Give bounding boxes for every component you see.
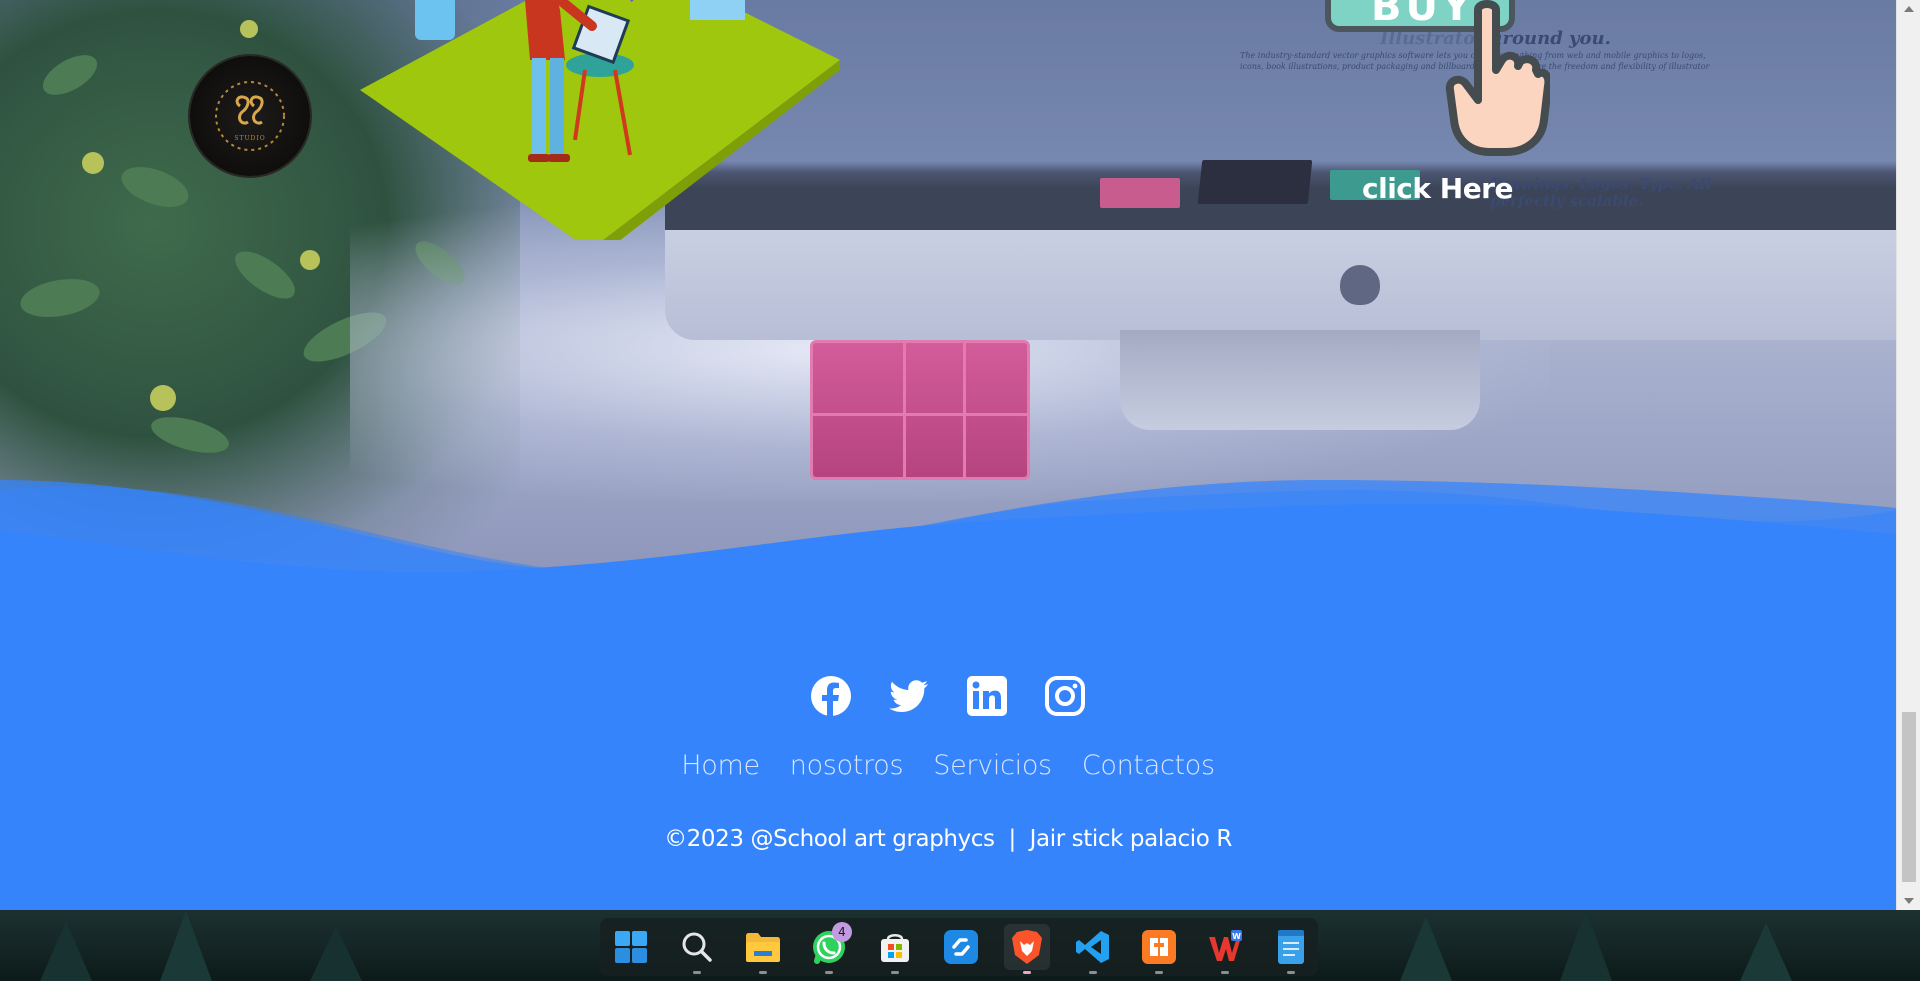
scroll-down-arrow-icon[interactable]: [1897, 892, 1920, 910]
running-indicator: [1221, 971, 1229, 974]
apple-logo-icon: [1340, 265, 1380, 305]
nav-link-servicios[interactable]: Servicios: [933, 750, 1052, 781]
svg-text:W: W: [1232, 932, 1241, 941]
vscode-icon: [1076, 931, 1109, 963]
running-indicator: [1023, 971, 1031, 974]
flower-bud: [240, 20, 258, 38]
taskbar-vscode[interactable]: [1070, 924, 1116, 974]
start-button[interactable]: [608, 924, 654, 970]
site-footer: Home nosotros Servicios Contactos ©2023 …: [0, 600, 1896, 910]
taskbar-brave[interactable]: [1004, 924, 1050, 974]
wps-office-icon: W: [1209, 930, 1242, 961]
tree-silhouette: [1740, 923, 1792, 981]
paperclip-box: [810, 340, 1030, 480]
store-icon: [881, 934, 909, 962]
search-icon: [682, 932, 712, 962]
nav-link-nosotros[interactable]: nosotros: [790, 750, 904, 781]
copyright-text: ©2023 @School art graphycs | Jair stick …: [664, 826, 1232, 852]
screen-card: [1197, 160, 1313, 204]
running-indicator: [825, 971, 833, 974]
nav-link-contactos[interactable]: Contactos: [1082, 750, 1215, 781]
pointing-hand-icon: [1445, 0, 1550, 156]
taskbar: 4 W: [0, 910, 1920, 981]
linkedin-link[interactable]: [966, 675, 1008, 717]
monitor-chin: [665, 230, 1896, 340]
running-indicator: [1155, 971, 1163, 974]
twitter-link[interactable]: [888, 675, 930, 717]
footer-wave-divider: [0, 480, 1896, 610]
running-indicator: [1089, 971, 1097, 974]
tree-silhouette: [1400, 916, 1452, 981]
xampp-icon: [1142, 930, 1176, 964]
search-button[interactable]: [674, 924, 720, 974]
folder-icon: [746, 933, 780, 962]
taskbar-file-explorer[interactable]: [740, 924, 786, 974]
nav-link-home[interactable]: Home: [681, 750, 760, 781]
facebook-icon: [811, 676, 851, 716]
taskbar-xampp[interactable]: [1136, 924, 1182, 974]
site-logo[interactable]: STUDIO: [190, 56, 310, 176]
tree-silhouette: [160, 911, 212, 981]
vertical-scrollbar[interactable]: [1896, 0, 1920, 910]
flower-bud: [150, 385, 176, 411]
instagram-link[interactable]: [1044, 675, 1086, 717]
linkedin-icon: [967, 676, 1007, 716]
windows-start-icon: [615, 931, 647, 963]
taskbar-microsoft-store[interactable]: [872, 924, 918, 974]
browser-window: Illustrator around you. The industry-sta…: [0, 0, 1920, 910]
facebook-link[interactable]: [810, 675, 852, 717]
screen-heading-2: Drawings. Logos. Type. All perfectly sca…: [1490, 175, 1712, 210]
scroll-up-arrow-icon[interactable]: [1897, 0, 1920, 18]
twitter-icon: [889, 680, 928, 712]
running-indicator: [693, 971, 701, 974]
footer-nav: Home nosotros Servicios Contactos: [0, 750, 1896, 781]
taskbar-sync-app[interactable]: [938, 924, 984, 970]
taskbar-whatsapp[interactable]: 4: [806, 922, 852, 974]
instagram-icon: [1045, 676, 1085, 716]
running-indicator: [891, 971, 899, 974]
click-here-label[interactable]: click Here: [1362, 172, 1513, 205]
sync-app-icon: [944, 930, 978, 964]
taskbar-apps: 4 W: [600, 918, 1318, 976]
brave-lion-icon: [1012, 930, 1042, 964]
notification-badge: 4: [832, 922, 852, 942]
isometric-workspace-illustration: $: [360, 0, 840, 240]
social-links: [0, 675, 1896, 717]
tree-silhouette: [40, 921, 92, 981]
flower-bud: [82, 152, 104, 174]
scrollbar-thumb[interactable]: [1902, 712, 1916, 882]
running-indicator: [759, 971, 767, 974]
screen-card: [1100, 178, 1180, 208]
taskbar-wps-office[interactable]: W: [1202, 924, 1248, 974]
tree-silhouette: [310, 926, 362, 981]
flower-bud: [300, 250, 320, 270]
notepad-icon: [1278, 930, 1304, 964]
taskbar-notepad[interactable]: [1268, 924, 1314, 974]
logo-emblem-icon: STUDIO: [215, 81, 285, 151]
tree-silhouette: [1560, 910, 1612, 981]
monitor-stand: [1120, 330, 1480, 430]
page-viewport: Illustrator around you. The industry-sta…: [0, 0, 1896, 910]
running-indicator: [1287, 971, 1295, 974]
svg-text:STUDIO: STUDIO: [234, 135, 265, 142]
